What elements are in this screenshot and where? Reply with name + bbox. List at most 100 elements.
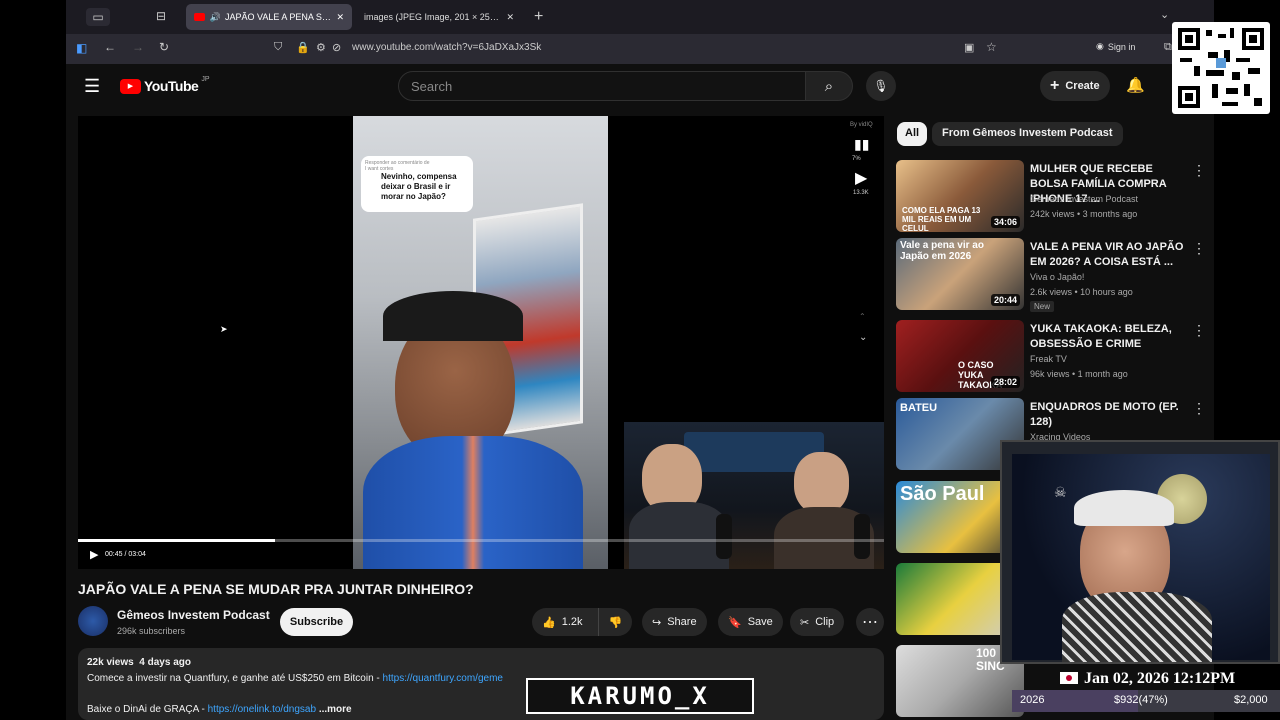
duration-badge: 34:06 — [990, 216, 1020, 228]
video-thumbnail[interactable]: Vale a pena vir ao Japão em 2026 20:44 — [896, 238, 1024, 310]
more-vert-icon[interactable]: ⋮ — [1192, 400, 1206, 417]
chevron-up-icon[interactable]: ⌃ — [859, 312, 866, 321]
goal-target: $2,000 — [1234, 694, 1268, 706]
share-label: Share — [667, 616, 697, 628]
list-item[interactable]: Vale a pena vir ao Japão em 2026 20:44 V… — [896, 238, 1216, 312]
channel-avatar[interactable] — [78, 606, 108, 636]
recommendation-channel[interactable]: Freak TV — [1030, 354, 1067, 364]
navigation-bar: ◧ ← → ↻ ⛉ 🔒 ⚙ ⊘ www.youtube.com/watch?v=… — [66, 34, 1214, 64]
subscriber-count: 296k subscribers — [117, 626, 186, 636]
sidebar-icon[interactable]: ◧ — [76, 41, 87, 55]
url-field[interactable]: www.youtube.com/watch?v=6JaDXaJx3Sk — [352, 42, 541, 53]
picture-in-picture-icon[interactable]: ▣ — [964, 41, 974, 54]
like-button[interactable]: 👍 1.2k — [532, 608, 598, 636]
back-icon[interactable]: ← — [104, 40, 116, 54]
lock-icon[interactable]: 🔒 — [296, 41, 310, 54]
more-vert-icon[interactable]: ⋮ — [1192, 240, 1206, 257]
streamer-name: KARUMO_X — [570, 682, 710, 710]
reload-icon[interactable]: ↻ — [159, 40, 169, 54]
save-label: Save — [747, 616, 773, 628]
voice-search-button[interactable]: 🎙 — [866, 71, 896, 101]
onelink-link[interactable]: https://onelink.to/dngsab — [208, 704, 316, 715]
view-count: 22k views — [87, 657, 134, 668]
shield-icon[interactable]: ⛉ — [274, 41, 282, 54]
recommendation-title[interactable]: VALE A PENA VIR AO JAPÃO EM 2026? A COIS… — [1030, 240, 1190, 270]
microphone-right — [854, 514, 870, 559]
recommendation-title[interactable]: YUKA TAKAOKA: BELEZA, OBSESSÃO E CRIME — [1030, 322, 1190, 352]
dislike-button[interactable]: 👎 — [598, 608, 632, 636]
search-button[interactable]: ⌕ — [805, 71, 853, 101]
vidiq-play-icon[interactable]: ▶ — [855, 168, 867, 188]
youtube-logo[interactable]: ▶ YouTube JP — [120, 76, 209, 94]
like-count: 1.2k — [561, 616, 583, 628]
filter-chip-all[interactable]: All — [897, 122, 928, 146]
progress-fill — [78, 539, 276, 542]
new-tab-icon[interactable]: + — [534, 8, 543, 26]
video-thumbnail[interactable]: COMO ELA PAGA 13 MIL REAIS EM UM CELUL 3… — [896, 160, 1024, 232]
description-text-1: Comece a investir na Quantfury, e ganhe … — [87, 673, 380, 684]
sign-in-label: Sign in — [1107, 41, 1136, 52]
description-box[interactable]: 22k views 4 days ago Comece a investir n… — [78, 648, 884, 720]
logo-text: YouTube — [144, 78, 199, 94]
progress-bar[interactable] — [78, 539, 884, 542]
close-tab-icon[interactable]: ✕ — [336, 12, 344, 23]
recommendation-title[interactable]: ENQUADROS DE MOTO (EP. 128) — [1030, 400, 1190, 430]
subscribe-button[interactable]: Subscribe — [280, 608, 353, 636]
thumbs-down-icon: 👎 — [608, 616, 623, 629]
search-input[interactable]: Search — [398, 71, 806, 101]
recommendation-channel[interactable]: Gêmeos Investem Podcast — [1030, 194, 1138, 204]
duration-badge: 20:44 — [990, 294, 1020, 306]
play-button[interactable]: ▶ — [90, 548, 98, 561]
qr-pattern-icon — [1178, 28, 1264, 108]
more-actions-button[interactable]: ⋯ — [856, 608, 884, 636]
tab-title: images (JPEG Image, 201 × 251 pixels) — [364, 12, 503, 22]
extensions-icon[interactable]: ⧉ — [1164, 41, 1172, 54]
description-line-1: Comece a investir na Quantfury, e ganhe … — [87, 673, 503, 684]
recommendation-channel[interactable]: Viva o Japão! — [1030, 272, 1084, 282]
sidebar-toggle-icon[interactable]: ▭ — [86, 8, 110, 26]
filter-chip-channel[interactable]: From Gêmeos Investem Podcast — [932, 122, 1123, 146]
chevron-down-icon[interactable]: ⌄ — [859, 332, 867, 343]
list-item[interactable]: COMO ELA PAGA 13 MIL REAIS EM UM CELUL 3… — [896, 160, 1216, 234]
quantfury-link[interactable]: https://quantfury.com/geme — [383, 673, 503, 684]
japan-flag-icon — [1060, 672, 1078, 686]
tab-overview-icon[interactable]: ⊟ — [156, 9, 166, 23]
notifications-bell-icon[interactable]: 🔔 — [1126, 76, 1145, 94]
autoplay-blocked-icon[interactable]: ⊘ — [332, 41, 341, 54]
upload-age: 4 days ago — [139, 657, 191, 668]
show-more-link[interactable]: ...more — [319, 704, 352, 715]
streamer-name-plate: KARUMO_X — [526, 678, 754, 714]
share-button[interactable]: ↪ Share — [642, 608, 707, 636]
channel-name[interactable]: Gêmeos Investem Podcast — [117, 608, 270, 622]
bookmark-star-icon[interactable]: ☆ — [986, 40, 997, 54]
tab-image[interactable]: images (JPEG Image, 201 × 251 pixels) ✕ — [356, 4, 522, 30]
create-button[interactable]: + Create — [1040, 71, 1110, 101]
more-vert-icon[interactable]: ⋮ — [1192, 162, 1206, 179]
close-tab-icon[interactable]: ✕ — [506, 12, 514, 23]
menu-icon[interactable]: ☰ — [84, 76, 100, 97]
youtube-header: ☰ ▶ YouTube JP Search ⌕ 🎙 + Create 🔔 — [66, 64, 1214, 108]
description-line-2: Baixe o DinAi de GRAÇA - https://onelink… — [87, 704, 352, 715]
clip-button[interactable]: ✂ Clip — [790, 608, 845, 636]
sign-in-button[interactable]: ◉ Sign in — [1096, 41, 1135, 52]
list-tabs-chevron-icon[interactable]: ⌄ — [1160, 8, 1169, 21]
tab-youtube-video[interactable]: 🔊 JAPÃO VALE A PENA SE MUDAR PRA JUNTAR … — [186, 4, 352, 30]
recommendation-meta: 96k views • 1 month ago — [1030, 369, 1128, 379]
comment-question: Nevinho, compensa deixar o Brasil e ir m… — [381, 172, 457, 201]
permissions-icon[interactable]: ⚙ — [316, 41, 326, 54]
person-hair — [383, 291, 523, 341]
video-thumbnail[interactable]: O CASO YUKA TAKAOKA 28:02 — [896, 320, 1024, 392]
speaker-icon[interactable]: 🔊 — [210, 12, 221, 23]
more-vert-icon[interactable]: ⋮ — [1192, 322, 1206, 339]
stream-datetime: Jan 02, 2026 12:12PM — [1084, 670, 1236, 687]
list-item[interactable]: O CASO YUKA TAKAOKA 28:02 YUKA TAKAOKA: … — [896, 320, 1216, 394]
qr-code — [1172, 22, 1270, 114]
video-player[interactable]: Responder ao comentário de I want cortes… — [78, 116, 884, 569]
recommendation-meta: 2.6k views • 10 hours ago — [1030, 287, 1133, 297]
thumbnail-caption: São Paul — [900, 483, 985, 505]
forward-icon[interactable]: → — [132, 40, 144, 54]
vidiq-stats-icon[interactable]: ▮▮ — [854, 136, 869, 153]
podcast-webcam — [624, 422, 884, 569]
save-button[interactable]: 🔖 Save — [718, 608, 783, 636]
streamer-webcam: ☠ — [1000, 440, 1280, 664]
